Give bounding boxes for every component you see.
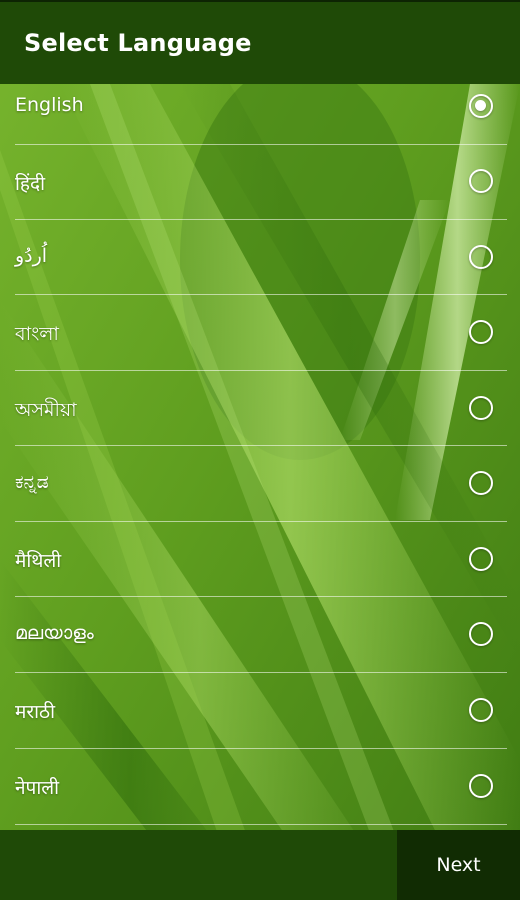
language-option-nepali[interactable]: नेपाली bbox=[0, 748, 520, 824]
radio-button[interactable] bbox=[469, 396, 493, 420]
language-option-assamese[interactable]: অসমীয়া bbox=[0, 370, 520, 446]
radio-button[interactable] bbox=[469, 547, 493, 571]
radio-button[interactable] bbox=[469, 245, 493, 269]
language-label: ಕನ್ನಡ bbox=[15, 471, 49, 493]
language-label: اُردُو bbox=[15, 245, 48, 267]
language-label: हिंदी bbox=[15, 173, 46, 195]
language-option-maithili[interactable]: मैथिली bbox=[0, 521, 520, 597]
language-option-urdu[interactable]: اُردُو bbox=[0, 219, 520, 295]
radio-button[interactable] bbox=[469, 471, 493, 495]
language-option-kannada[interactable]: ಕನ್ನಡ bbox=[0, 445, 520, 521]
language-label: English bbox=[15, 94, 84, 116]
language-option-bengali[interactable]: বাংলা bbox=[0, 294, 520, 370]
language-option-marathi[interactable]: मराठी bbox=[0, 672, 520, 748]
radio-button[interactable] bbox=[469, 774, 493, 798]
divider bbox=[15, 824, 507, 825]
radio-button[interactable] bbox=[469, 169, 493, 193]
language-label: मैथिली bbox=[15, 550, 62, 572]
radio-button[interactable] bbox=[469, 622, 493, 646]
radio-dot-icon bbox=[475, 100, 486, 111]
radio-button[interactable] bbox=[469, 320, 493, 344]
language-list: English हिंदी اُردُو বাংলা অসমীয়া ಕನ್ನಡ bbox=[0, 84, 520, 830]
language-label: অসমীয়া bbox=[15, 399, 77, 421]
language-selection-screen: Select Language English हिंदी اُردُو বাং… bbox=[0, 0, 520, 900]
bottom-bar: Next bbox=[0, 830, 520, 900]
app-bar: Select Language bbox=[0, 0, 520, 84]
language-label: मराठी bbox=[15, 701, 56, 723]
language-option-malayalam[interactable]: മലയാളം bbox=[0, 596, 520, 672]
radio-button[interactable] bbox=[469, 698, 493, 722]
page-title: Select Language bbox=[24, 29, 252, 57]
language-label: മലയാളം bbox=[15, 622, 94, 644]
language-option-hindi[interactable]: हिंदी bbox=[0, 144, 520, 220]
next-button[interactable]: Next bbox=[397, 830, 520, 900]
radio-button-selected[interactable] bbox=[469, 94, 493, 118]
language-label: বাংলা bbox=[15, 323, 59, 345]
language-label: नेपाली bbox=[15, 777, 60, 799]
